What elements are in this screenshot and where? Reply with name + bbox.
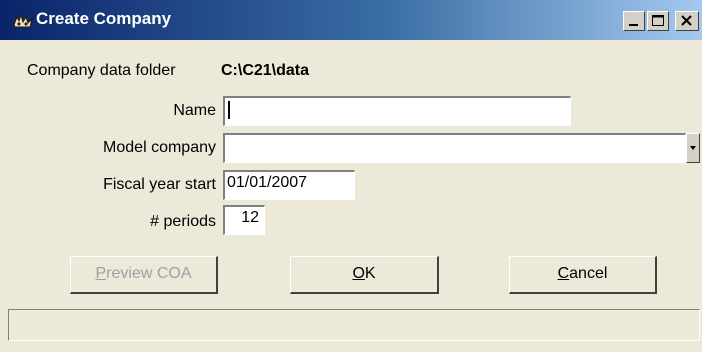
cancel-button[interactable]: Cancel <box>509 256 657 294</box>
model-company-select[interactable] <box>223 133 686 163</box>
ok-label: K <box>364 265 376 282</box>
cancel-label: ancel <box>569 265 608 282</box>
periods-label: # periods <box>150 213 216 230</box>
title-bar[interactable]: Create Company <box>0 0 705 40</box>
text-caret <box>228 101 230 119</box>
model-company-label: Model company <box>103 139 216 156</box>
minimize-button[interactable] <box>623 11 645 31</box>
close-button[interactable] <box>675 11 699 31</box>
preview-coa-button[interactable]: Preview COA <box>70 256 218 294</box>
maximize-icon <box>652 15 664 26</box>
status-bar <box>8 309 700 341</box>
create-company-dialog: Create Company Company data folder C:\C2… <box>0 0 705 352</box>
periods-value: 12 <box>241 209 259 226</box>
name-label: Name <box>173 102 216 119</box>
data-folder-label: Company data folder <box>27 62 176 79</box>
window-title: Create Company <box>36 9 172 28</box>
minimize-icon <box>629 24 638 26</box>
data-folder-value: C:\C21\data <box>221 62 310 79</box>
name-input[interactable] <box>223 96 571 126</box>
maximize-button[interactable] <box>647 11 669 31</box>
fiscal-year-input[interactable]: 01/01/2007 <box>223 170 355 200</box>
ok-mnemonic: O <box>352 265 365 282</box>
periods-input[interactable]: 12 <box>223 205 265 235</box>
preview-coa-mnemonic: P <box>95 265 107 282</box>
app-icon <box>13 13 33 29</box>
preview-coa-label: review COA <box>106 265 192 282</box>
ok-button[interactable]: OK <box>290 256 439 294</box>
fiscal-year-value: 01/01/2007 <box>227 174 308 191</box>
close-icon <box>681 15 692 26</box>
model-company-dropdown-button[interactable] <box>686 133 700 163</box>
chevron-down-icon <box>690 146 696 150</box>
fiscal-year-label: Fiscal year start <box>103 176 216 193</box>
cancel-mnemonic: C <box>557 265 570 282</box>
